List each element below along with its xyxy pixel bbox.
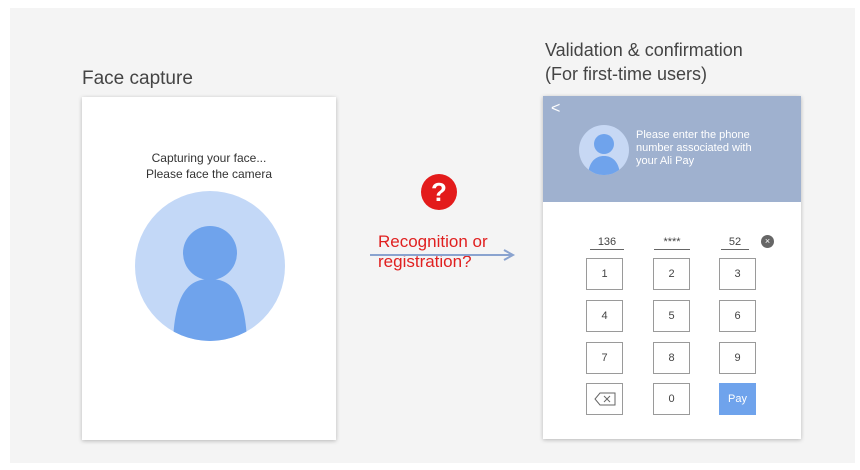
key-6[interactable]: 6 xyxy=(719,300,756,332)
phone-prompt-line1: Please enter the phone xyxy=(636,129,750,141)
clear-icon[interactable]: × xyxy=(761,235,774,248)
key-8[interactable]: 8 xyxy=(653,342,690,374)
avatar xyxy=(579,125,629,175)
back-arrow-icon[interactable]: < xyxy=(551,100,560,118)
capture-status-line1: Capturing your face... xyxy=(151,151,267,165)
key-7[interactable]: 7 xyxy=(586,342,623,374)
key-1[interactable]: 1 xyxy=(586,258,623,290)
phone-prompt: Please enter the phone number associated… xyxy=(636,129,794,168)
question-icon: ? xyxy=(421,174,457,210)
phone-prefix-field[interactable]: 136 xyxy=(590,236,624,250)
key-0[interactable]: 0 xyxy=(653,383,690,415)
validation-title-line2: (For first-time users) xyxy=(545,64,707,84)
backspace-button[interactable] xyxy=(586,383,623,415)
validation-title-line1: Validation & confirmation xyxy=(545,40,743,60)
face-capture-title: Face capture xyxy=(82,68,193,89)
validation-title: Validation & confirmation (For first-tim… xyxy=(545,38,743,86)
face-frame xyxy=(135,191,285,341)
pay-button[interactable]: Pay xyxy=(719,383,756,415)
key-5[interactable]: 5 xyxy=(653,300,690,332)
face-capture-panel: Capturing your face... Please face the c… xyxy=(82,97,336,440)
phone-middle-field[interactable]: **** xyxy=(654,236,690,250)
key-9[interactable]: 9 xyxy=(719,342,756,374)
key-2[interactable]: 2 xyxy=(653,258,690,290)
phone-suffix-field[interactable]: 52 xyxy=(721,236,749,250)
phone-prompt-line3: your Ali Pay xyxy=(636,155,695,167)
validation-header: < Please enter the phone number associat… xyxy=(543,96,801,202)
user-avatar-icon xyxy=(588,134,620,175)
arrow-right-icon xyxy=(370,249,516,261)
validation-panel: < Please enter the phone number associat… xyxy=(543,96,801,439)
key-4[interactable]: 4 xyxy=(586,300,623,332)
key-3[interactable]: 3 xyxy=(719,258,756,290)
capture-status-line2: Please face the camera xyxy=(145,167,273,181)
backspace-icon xyxy=(593,392,615,406)
user-silhouette-icon xyxy=(173,226,247,341)
phone-prompt-line2: number associated with xyxy=(636,142,752,154)
